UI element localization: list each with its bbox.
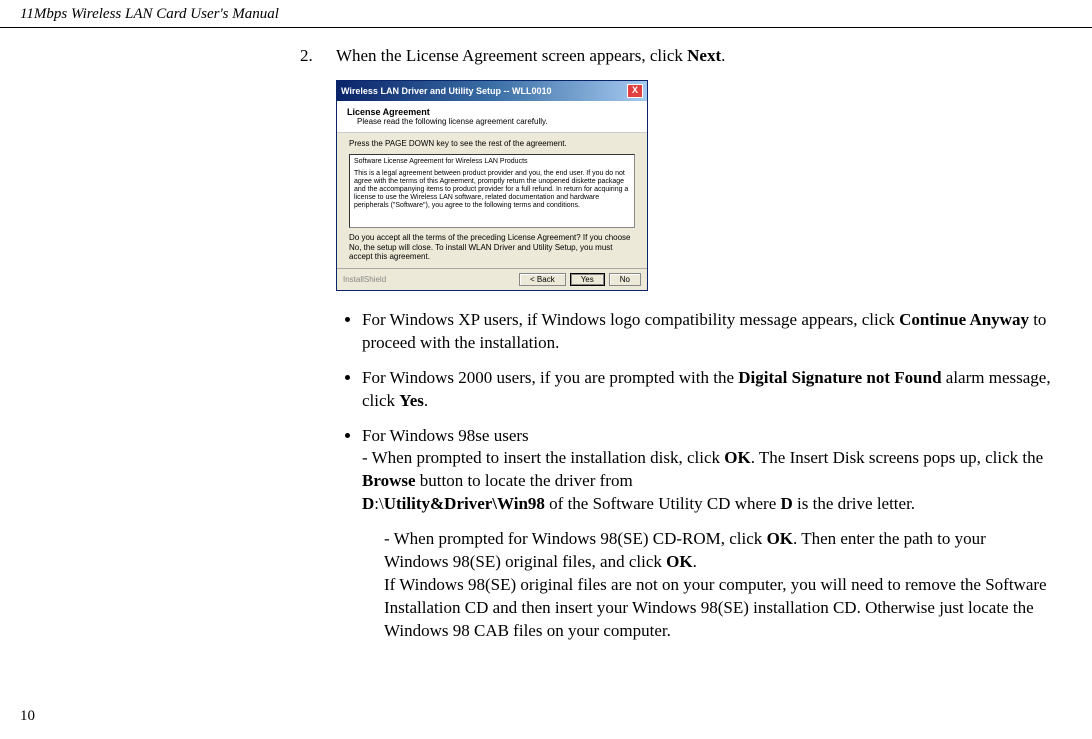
sub-a-b: OK [767, 529, 793, 548]
w2k-post: . [424, 391, 428, 410]
w98-l1g: is the drive letter. [793, 494, 915, 513]
w2k-bold2: Yes [399, 391, 424, 410]
step-number: 2. [300, 46, 332, 66]
w98-intro: For Windows 98se users [362, 426, 529, 445]
w98-l1g-b: D [781, 494, 793, 513]
xp-pre: For Windows XP users, if Windows logo co… [362, 310, 899, 329]
bullet-w2k: For Windows 2000 users, if you are promp… [362, 367, 1052, 413]
step-text-post: . [721, 46, 725, 65]
yes-button[interactable]: Yes [570, 273, 605, 286]
license-text-box[interactable]: Software License Agreement for Wireless … [349, 154, 635, 228]
license-box-heading: Software License Agreement for Wireless … [354, 158, 630, 166]
w98-l1a: - When prompted to insert the installati… [362, 448, 724, 467]
dialog-body: Press the PAGE DOWN key to see the rest … [337, 133, 647, 266]
no-button[interactable]: No [609, 273, 641, 286]
manual-header: 11Mbps Wireless LAN Card User's Manual [0, 0, 1092, 28]
dialog-footer: InstallShield < Back Yes No [337, 268, 647, 290]
dialog-title: Wireless LAN Driver and Utility Setup --… [341, 86, 551, 96]
step-2: 2. When the License Agreement screen app… [300, 46, 1062, 66]
xp-bold: Continue Anyway [899, 310, 1029, 329]
w98-l1b: . The Insert Disk screens pops up, click… [751, 448, 1043, 467]
bullet-list: For Windows XP users, if Windows logo co… [300, 309, 1062, 517]
dialog-instruction: Press the PAGE DOWN key to see the rest … [349, 139, 635, 148]
sub-b-b: OK [666, 552, 692, 571]
license-dialog: Wireless LAN Driver and Utility Setup --… [336, 80, 648, 291]
sub-a: - When prompted for Windows 98(SE) CD-RO… [384, 529, 767, 548]
w98-l1d-b: D [362, 494, 374, 513]
license-agreement-subtitle: Please read the following license agreem… [347, 117, 637, 126]
w2k-pre: For Windows 2000 users, if you are promp… [362, 368, 738, 387]
button-row: < Back Yes No [519, 273, 641, 286]
w98-l1a-b: OK [724, 448, 750, 467]
w98-l1e-b: Utility&Driver\Win98 [384, 494, 545, 513]
dialog-titlebar: Wireless LAN Driver and Utility Setup --… [337, 81, 647, 101]
close-icon[interactable]: X [627, 84, 643, 98]
dialog-header: License Agreement Please read the follow… [337, 101, 647, 133]
w98-l1d: :\ [374, 494, 383, 513]
w98-l1c: button to locate the driver from [416, 471, 633, 490]
w98-l1f: of the Software Utility CD where [545, 494, 781, 513]
dialog-question: Do you accept all the terms of the prece… [349, 228, 635, 264]
sub-c: . [693, 552, 697, 571]
back-button[interactable]: < Back [519, 273, 566, 286]
bullet-w98: For Windows 98se users - When prompted t… [362, 425, 1052, 517]
w2k-bold: Digital Signature not Found [738, 368, 941, 387]
sub-d: If Windows 98(SE) original files are not… [384, 575, 1047, 640]
step-text-pre: When the License Agreement screen appear… [336, 46, 687, 65]
sub-paragraph: - When prompted for Windows 98(SE) CD-RO… [300, 528, 1062, 643]
license-box-body: This is a legal agreement between produc… [354, 170, 630, 210]
page-content: 2. When the License Agreement screen app… [0, 28, 1092, 643]
step-text-bold: Next [687, 46, 721, 65]
w98-l1b-b: Browse [362, 471, 416, 490]
license-agreement-title: License Agreement [347, 107, 637, 117]
bullet-xp: For Windows XP users, if Windows logo co… [362, 309, 1052, 355]
installshield-label: InstallShield [343, 275, 386, 284]
page-number: 10 [20, 708, 35, 725]
